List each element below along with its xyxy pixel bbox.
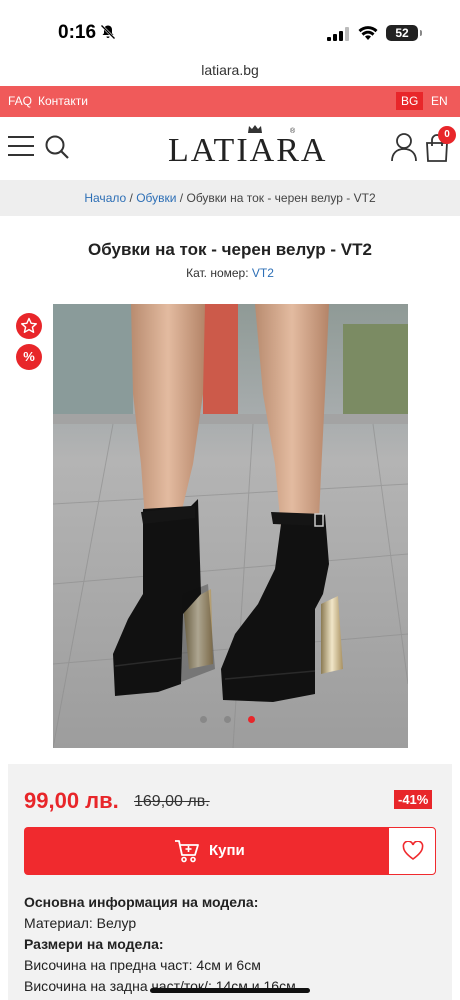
bell-off-icon xyxy=(100,24,116,40)
browser-url[interactable]: latiara.bg xyxy=(0,62,460,78)
faq-link[interactable]: FAQ xyxy=(8,94,32,108)
info-back-height: Височина на задна част/ток/: 14см и 16см xyxy=(24,978,296,994)
breadcrumb: Начало / Обувки / Обувки на ток - черен … xyxy=(0,180,460,216)
star-icon xyxy=(21,317,37,333)
logo-registered-mark: ® xyxy=(290,128,296,135)
contacts-link[interactable]: Контакти xyxy=(38,94,88,108)
cart-icon xyxy=(175,840,199,863)
product-photo xyxy=(53,304,408,748)
current-price: 99,00 лв. xyxy=(24,788,119,813)
language-bg-button[interactable]: BG xyxy=(396,92,424,110)
gallery-dot[interactable] xyxy=(200,716,207,723)
price-box: 99,00 лв. 169,00 лв. -41% Купи Основна и… xyxy=(8,764,452,1000)
sale-percent-badge: % xyxy=(16,344,42,370)
info-front-height: Височина на предна част: 4см и 6см xyxy=(24,957,261,973)
favorite-star-badge[interactable] xyxy=(16,313,42,339)
status-bar: 0:16 52 xyxy=(0,0,460,56)
sku-value[interactable]: VT2 xyxy=(252,266,274,280)
sku-label: Кат. номер: xyxy=(186,266,252,280)
heart-icon xyxy=(402,841,424,860)
status-time: 0:16 xyxy=(58,22,97,43)
breadcrumb-category[interactable]: Обувки xyxy=(136,191,176,205)
breadcrumb-separator: / xyxy=(126,191,137,205)
sku-row: Кат. номер: VT2 xyxy=(0,266,460,280)
breadcrumb-home[interactable]: Начало xyxy=(84,191,126,205)
buy-button-label: Купи xyxy=(209,842,245,859)
search-icon[interactable] xyxy=(44,134,70,160)
battery-indicator: 52 xyxy=(386,25,422,41)
hamburger-menu-icon[interactable] xyxy=(8,136,34,158)
wishlist-button[interactable] xyxy=(388,827,436,875)
model-info: Основна информация на модела: Материал: … xyxy=(24,892,296,997)
breadcrumb-current: Обувки на ток - черен велур - VT2 xyxy=(186,191,376,205)
info-material: Материал: Велур xyxy=(24,915,137,931)
site-header: LATIARA ® 0 xyxy=(0,118,460,180)
cart-count-badge: 0 xyxy=(438,126,456,144)
buy-button[interactable]: Купи xyxy=(24,827,388,875)
wifi-icon xyxy=(358,26,378,40)
product-title: Обувки на ток - черен велур - VT2 xyxy=(88,240,372,259)
info-sizes-heading: Размери на модела: xyxy=(24,936,164,952)
gallery-dot[interactable] xyxy=(224,716,231,723)
language-en-button[interactable]: EN xyxy=(431,94,448,108)
home-indicator xyxy=(150,988,310,993)
site-logo[interactable]: LATIARA xyxy=(168,132,327,170)
signal-icon xyxy=(327,27,349,41)
breadcrumb-separator: / xyxy=(176,191,187,205)
top-bar: FAQ Контакти BG EN xyxy=(0,86,460,117)
info-heading: Основна информация на модела: xyxy=(24,894,259,910)
product-image[interactable] xyxy=(53,304,408,748)
gallery-dot[interactable] xyxy=(248,716,255,723)
old-price: 169,00 лв. xyxy=(134,793,210,810)
discount-badge: -41% xyxy=(394,790,433,809)
user-account-icon[interactable] xyxy=(390,132,418,162)
